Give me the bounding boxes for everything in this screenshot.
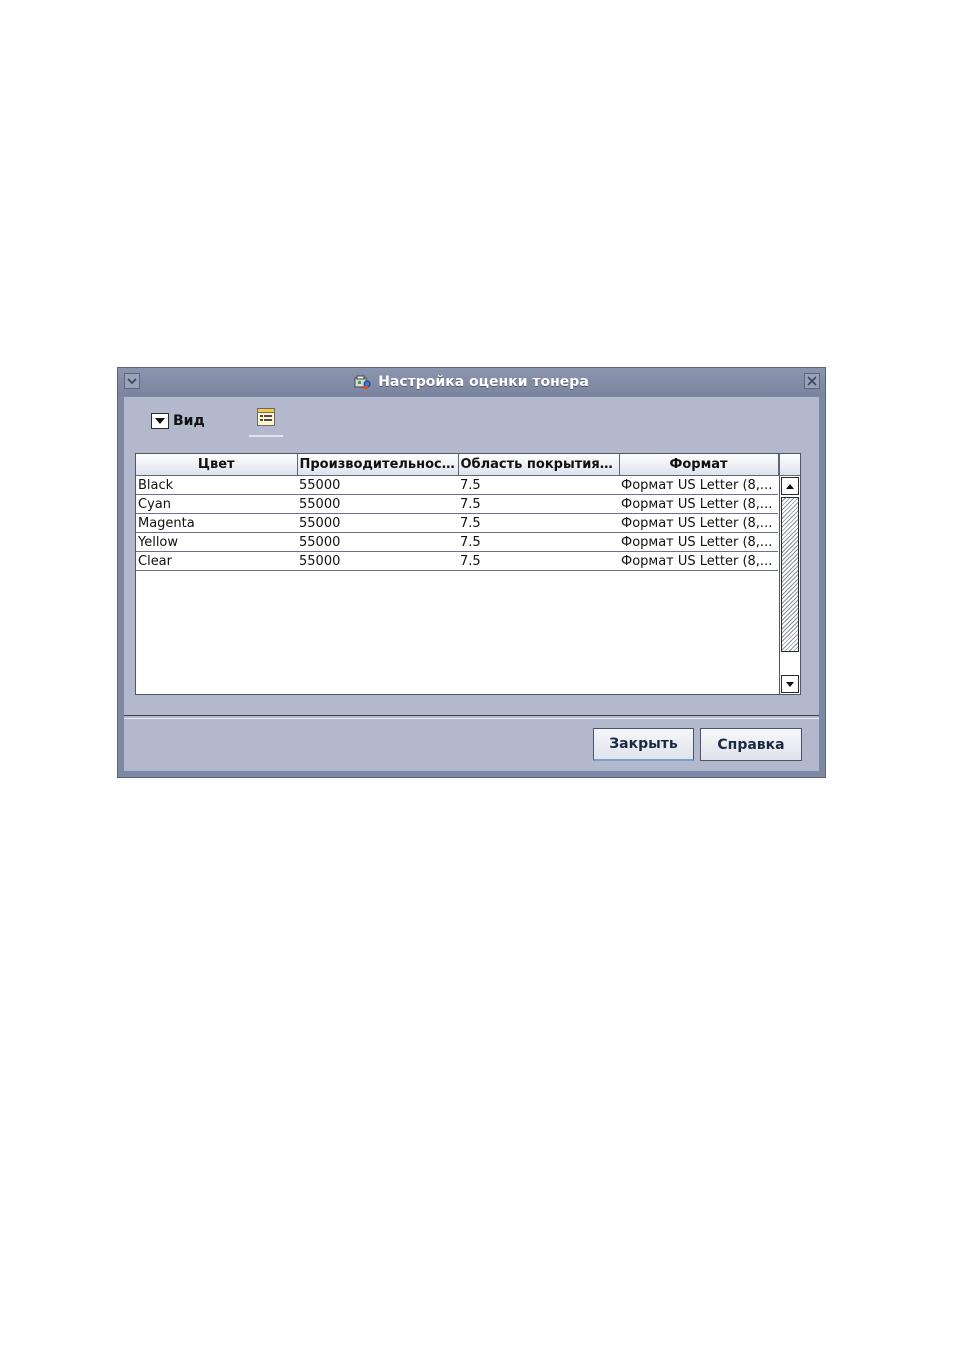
toner-estimate-dialog: Настройка оценки тонера Вид Цвет Произво… [117,367,826,778]
arrow-down-icon [786,681,794,687]
table-row[interactable]: Black 55000 7.5 Формат US Letter (8,... [136,475,778,495]
help-button[interactable]: Справка [700,728,802,761]
table-row[interactable]: Magenta 55000 7.5 Формат US Letter (8,..… [136,513,778,533]
table-header-corner [779,454,800,476]
cell-color: Magenta [136,513,297,533]
details-list-icon [257,408,275,426]
title-group: Настройка оценки тонера [118,368,825,396]
vertical-scrollbar[interactable] [779,476,800,694]
cell-color: Cyan [136,494,297,514]
scroll-up-button[interactable] [781,477,799,495]
cell-yield: 55000 [297,494,458,514]
view-dropdown-toggle[interactable] [151,413,169,429]
chevron-down-icon [155,418,165,424]
toner-table: Цвет Производительност... Область покрыт… [135,453,801,695]
table-row[interactable]: Clear 55000 7.5 Формат US Letter (8,... [136,551,778,571]
cell-yield: 55000 [297,475,458,495]
column-header-format[interactable]: Формат [619,454,779,476]
cell-coverage: 7.5 [458,551,619,571]
view-dropdown[interactable]: Вид [151,411,205,431]
view-label: Вид [173,413,205,429]
cell-yield: 55000 [297,513,458,533]
column-header-color[interactable]: Цвет [136,454,298,476]
toner-grid: Цвет Производительност... Область покрыт… [136,454,779,571]
cell-color: Black [136,475,297,495]
cell-format: Формат US Letter (8,... [619,494,778,514]
column-header-coverage[interactable]: Область покрытия (%) [458,454,620,476]
dialog-content: Вид Цвет Производительност... Область по… [124,397,819,771]
cell-format: Формат US Letter (8,... [619,475,778,495]
cell-format: Формат US Letter (8,... [619,513,778,533]
details-view-indicator [249,435,283,437]
dialog-title: Настройка оценки тонера [378,374,589,390]
close-button[interactable]: Закрыть [593,728,694,761]
details-view-button[interactable] [249,407,283,437]
cell-coverage: 7.5 [458,513,619,533]
arrow-up-icon [786,483,794,489]
title-bar[interactable]: Настройка оценки тонера [118,368,825,396]
table-row[interactable]: Yellow 55000 7.5 Формат US Letter (8,... [136,532,778,552]
cell-coverage: 7.5 [458,494,619,514]
scroll-thumb[interactable] [781,497,799,652]
button-separator [124,715,819,719]
cell-format: Формат US Letter (8,... [619,551,778,571]
cell-yield: 55000 [297,532,458,552]
cell-format: Формат US Letter (8,... [619,532,778,552]
header-row: Цвет Производительност... Область покрыт… [136,454,779,476]
scroll-down-button[interactable] [781,675,799,693]
cell-coverage: 7.5 [458,532,619,552]
column-header-yield[interactable]: Производительност... [297,454,459,476]
cell-yield: 55000 [297,551,458,571]
close-icon [807,376,817,386]
cell-color: Yellow [136,532,297,552]
cell-color: Clear [136,551,297,571]
cell-coverage: 7.5 [458,475,619,495]
toner-settings-icon [354,375,371,389]
page: Настройка оценки тонера Вид Цвет Произво… [0,0,954,1350]
window-close-button[interactable] [804,373,820,389]
table-row[interactable]: Cyan 55000 7.5 Формат US Letter (8,... [136,494,778,514]
